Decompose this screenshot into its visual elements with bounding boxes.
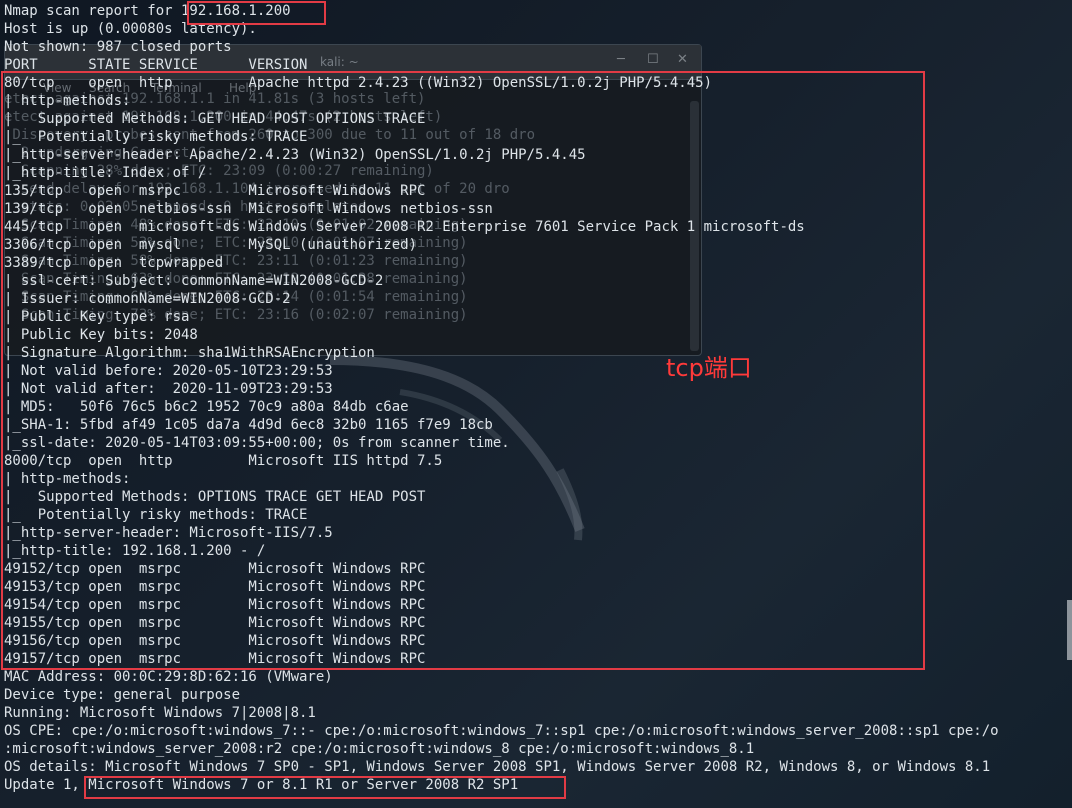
- terminal-output-line: Host is up (0.00080s latency).: [4, 21, 257, 37]
- terminal-output-line: | ssl-cert: Subject: commonName=WIN2008-…: [4, 273, 384, 289]
- terminal-output-line: | Issuer: commonName=WIN2008-GCD-2: [4, 291, 291, 307]
- terminal-output-line: |_ Potentially risky methods: TRACE: [4, 129, 308, 145]
- terminal-output-line: 49155/tcp open msrpc Microsoft Windows R…: [4, 615, 426, 631]
- terminal-output-line: 445/tcp open microsoft-ds Windows Server…: [4, 219, 805, 235]
- terminal-output-line: | http-methods:: [4, 471, 139, 487]
- terminal-output-line: OS CPE: cpe:/o:microsoft:windows_7::- cp…: [4, 723, 999, 739]
- terminal-output-line: 3389/tcp open tcpwrapped: [4, 255, 224, 271]
- terminal-output-line: PORT STATE SERVICE VERSION: [4, 57, 308, 73]
- terminal-output-line: 49154/tcp open msrpc Microsoft Windows R…: [4, 597, 426, 613]
- terminal-output-line: |_http-title: 192.168.1.200 - /: [4, 543, 266, 559]
- terminal-output-line: 8000/tcp open http Microsoft IIS httpd 7…: [4, 453, 443, 469]
- terminal-output-line: 49157/tcp open msrpc Microsoft Windows R…: [4, 651, 426, 667]
- terminal-output-line: 49153/tcp open msrpc Microsoft Windows R…: [4, 579, 426, 595]
- terminal-scrollbar[interactable]: [1067, 600, 1072, 660]
- terminal-output-line: |_ Potentially risky methods: TRACE: [4, 507, 308, 523]
- terminal-output-line: Update 1, Microsoft Windows 7 or 8.1 R1 …: [4, 777, 519, 793]
- terminal-output-line: 3306/tcp open mysql MySQL (unauthorized): [4, 237, 418, 253]
- minimize-icon[interactable]: ─: [617, 52, 625, 67]
- terminal-output-line: | Public Key type: rsa: [4, 309, 190, 325]
- terminal-output-line: 49156/tcp open msrpc Microsoft Windows R…: [4, 633, 426, 649]
- background-terminal-title: kali: ~: [320, 55, 359, 69]
- maximize-icon[interactable]: ☐: [647, 52, 659, 67]
- terminal-output-line: | Not valid after: 2020-11-09T23:29:53: [4, 381, 333, 397]
- terminal-output-line: | http-methods:: [4, 93, 139, 109]
- terminal-output-line: Nmap scan report for 192.168.1.200: [4, 3, 291, 19]
- terminal-output-line: | Signature Algorithm: sha1WithRSAEncryp…: [4, 345, 375, 361]
- terminal-output-line: Running: Microsoft Windows 7|2008|8.1: [4, 705, 316, 721]
- terminal-output-line: Not shown: 987 closed ports: [4, 39, 232, 55]
- terminal-output-line: 139/tcp open netbios-ssn Microsoft Windo…: [4, 201, 493, 217]
- close-icon[interactable]: ✕: [677, 52, 688, 67]
- terminal-output-line: 49152/tcp open msrpc Microsoft Windows R…: [4, 561, 426, 577]
- terminal-output-line: :microsoft:windows_server_2008:r2 cpe:/o…: [4, 741, 755, 757]
- terminal-output-line: OS details: Microsoft Windows 7 SP0 - SP…: [4, 759, 991, 775]
- terminal-output-line: |_http-title: Index of /: [4, 165, 207, 181]
- terminal-output-line: | Supported Methods: OPTIONS TRACE GET H…: [4, 489, 426, 505]
- terminal-output-line: MAC Address: 00:0C:29:8D:62:16 (VMware): [4, 669, 333, 685]
- terminal-output-line: |_ssl-date: 2020-05-14T03:09:55+00:00; 0…: [4, 435, 510, 451]
- terminal-output-line: | Public Key bits: 2048: [4, 327, 198, 343]
- tcp-ports-annotation: tcp端口: [666, 354, 752, 382]
- terminal-output-line: |_SHA-1: 5fbd af49 1c05 da7a 4d9d 6ec8 3…: [4, 417, 493, 433]
- terminal-output-line: | Not valid before: 2020-05-10T23:29:53: [4, 363, 333, 379]
- terminal-output-line: 80/tcp open http Apache httpd 2.4.23 ((W…: [4, 75, 713, 91]
- terminal-output-line: 135/tcp open msrpc Microsoft Windows RPC: [4, 183, 426, 199]
- terminal-output-line: | MD5: 50f6 76c5 b6c2 1952 70c9 a80a 84d…: [4, 399, 409, 415]
- terminal-output-line: Device type: general purpose: [4, 687, 241, 703]
- terminal-output-line: | Supported Methods: GET HEAD POST OPTIO…: [4, 111, 426, 127]
- terminal-output-line: |_http-server-header: Apache/2.4.23 (Win…: [4, 147, 586, 163]
- terminal-output-line: |_http-server-header: Microsoft-IIS/7.5: [4, 525, 333, 541]
